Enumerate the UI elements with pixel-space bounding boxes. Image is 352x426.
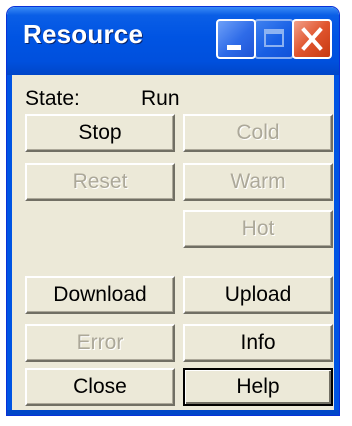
window-frame-left [7, 75, 12, 415]
close-icon [301, 27, 323, 51]
window-frame-bottom [7, 410, 339, 415]
stop-button[interactable]: Stop [25, 114, 175, 152]
upload-button[interactable]: Upload [183, 276, 333, 314]
maximize-button [254, 19, 294, 59]
close-button[interactable]: Close [25, 368, 175, 406]
info-button[interactable]: Info [183, 324, 333, 362]
download-button[interactable]: Download [25, 276, 175, 314]
maximize-icon [264, 29, 284, 47]
minimize-button[interactable] [216, 19, 256, 59]
state-value: Run [141, 87, 180, 110]
state-label: State: [25, 87, 80, 110]
minimize-icon [227, 45, 241, 50]
resource-window: Resource State: Run Stop Cold Reset Warm… [6, 6, 340, 416]
window-frame-right [334, 75, 339, 415]
warm-button: Warm [183, 163, 333, 201]
help-button[interactable]: Help [183, 368, 333, 406]
hot-button: Hot [183, 210, 333, 248]
error-button: Error [25, 324, 175, 362]
reset-button: Reset [25, 163, 175, 201]
close-window-button[interactable] [292, 19, 332, 59]
cold-button: Cold [183, 114, 333, 152]
title-bar[interactable]: Resource [7, 7, 339, 75]
window-title: Resource [23, 19, 144, 49]
